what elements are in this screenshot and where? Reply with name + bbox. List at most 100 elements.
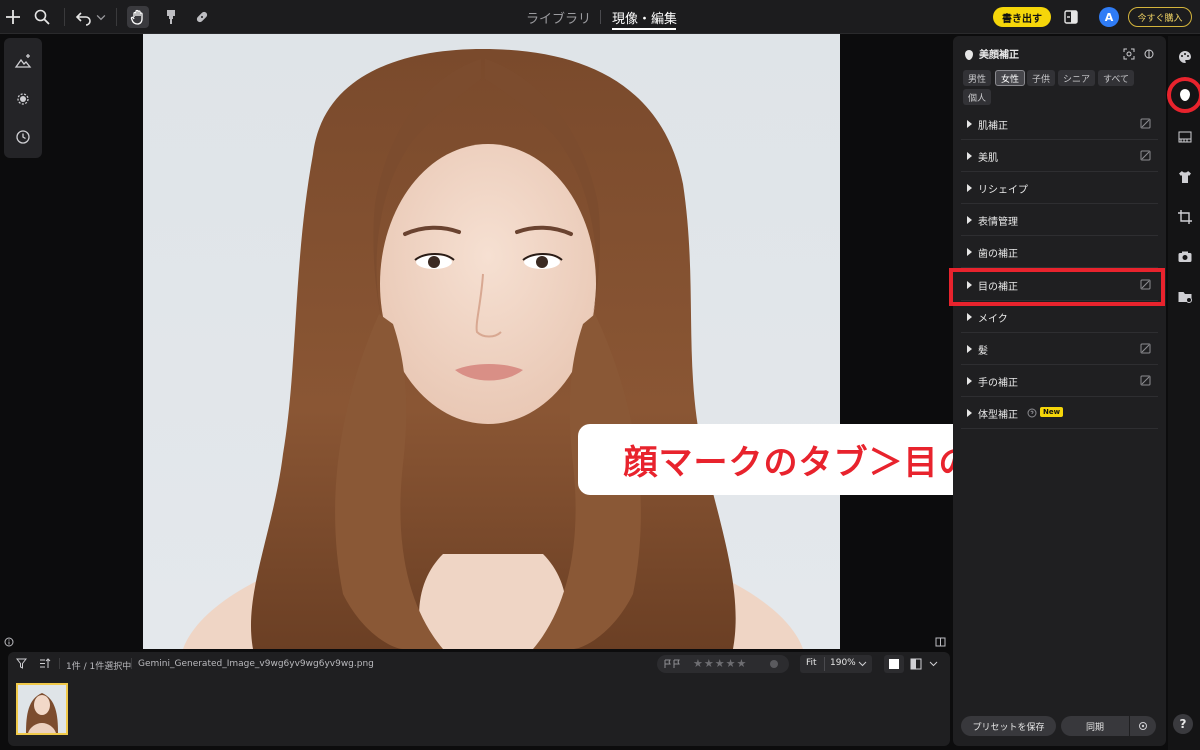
auto-enhance-icon[interactable] <box>12 88 34 110</box>
tab-develop[interactable]: 現像・編集 <box>612 8 677 27</box>
tab-divider <box>600 10 601 24</box>
eraser-icon[interactable] <box>1139 342 1152 355</box>
panel-toggle-icon[interactable] <box>935 632 946 651</box>
filmstrip-panel: 1件 / 1件選択中 Gemini_Generated_Image_v9wg6y… <box>8 652 950 746</box>
section-beauty-skin[interactable]: 美肌 <box>961 140 1158 172</box>
section-label: 手の補正 <box>978 378 1018 389</box>
expand-triangle-icon <box>967 152 972 160</box>
selection-count: 1件 / 1件選択中 <box>66 662 132 672</box>
zoom-divider <box>824 657 825 671</box>
left-tool-panel <box>4 38 42 158</box>
crop-icon[interactable] <box>1176 208 1194 226</box>
eraser-icon[interactable] <box>1139 374 1152 387</box>
bandage-tool-icon[interactable] <box>191 6 213 28</box>
chevron-down-icon[interactable] <box>94 6 108 28</box>
highlight-face-tab <box>1167 77 1200 113</box>
help-button[interactable]: ? <box>1173 714 1193 734</box>
sync-button[interactable]: 同期 <box>1061 716 1129 736</box>
expand-triangle-icon <box>967 313 972 321</box>
sort-icon[interactable] <box>39 658 51 669</box>
image-adjust-icon[interactable] <box>12 50 34 72</box>
history-icon[interactable] <box>12 126 34 148</box>
star-rating[interactable]: ★★★★★ <box>693 657 747 670</box>
single-view-icon <box>889 659 899 669</box>
section-label: 歯の補正 <box>978 249 1018 260</box>
add-icon[interactable] <box>2 6 24 28</box>
color-label-icon[interactable] <box>769 659 779 669</box>
filter-icon[interactable] <box>16 658 27 669</box>
thumbnail-image <box>26 693 58 733</box>
adjust-toggle-icon[interactable] <box>1143 45 1155 64</box>
filmstrip-divider <box>59 658 60 669</box>
chevron-down-icon[interactable] <box>858 661 867 667</box>
right-icon-rail: ? <box>1168 36 1200 750</box>
chip-individual[interactable]: 個人 <box>963 89 992 105</box>
expand-triangle-icon <box>967 345 972 353</box>
highlight-eyes-section <box>949 268 1165 306</box>
expand-triangle-icon <box>967 184 972 192</box>
info-icon[interactable] <box>4 632 14 651</box>
settings-icon <box>1139 722 1147 730</box>
section-hair[interactable]: 髪 <box>961 333 1158 365</box>
folder-settings-icon[interactable] <box>1176 288 1194 306</box>
camera-icon[interactable] <box>1176 248 1194 266</box>
chip-senior[interactable]: シニア <box>1058 70 1096 86</box>
section-skin-correction[interactable]: 肌補正 <box>961 108 1158 140</box>
beauty-panel: 美顔補正 男性 女性 子供 シニア すべて 個人 肌補正 美肌 リシェイプ 表情… <box>953 36 1166 746</box>
section-teeth[interactable]: 歯の補正 <box>961 236 1158 268</box>
zoom-control: Fit 190% <box>800 655 872 673</box>
tab-library[interactable]: ライブラリ <box>526 8 591 27</box>
chip-male[interactable]: 男性 <box>963 70 992 86</box>
chip-all[interactable]: すべて <box>1098 70 1135 86</box>
section-label: 肌補正 <box>978 121 1008 132</box>
before-after-icon[interactable] <box>910 658 922 670</box>
face-select-icon[interactable] <box>1123 45 1135 64</box>
photo-canvas[interactable] <box>143 34 840 649</box>
sync-settings-button[interactable] <box>1130 716 1156 736</box>
portrait-image <box>183 49 803 649</box>
single-view-button[interactable] <box>884 655 904 673</box>
section-label: 体型補正 <box>978 410 1018 421</box>
eraser-icon[interactable] <box>1139 117 1152 130</box>
expand-triangle-icon <box>967 216 972 224</box>
face-icon <box>963 46 975 65</box>
section-label: 髪 <box>978 346 988 357</box>
save-preset-button[interactable]: プリセットを保存 <box>961 716 1056 736</box>
expand-triangle-icon <box>967 377 972 385</box>
flag-icon[interactable] <box>663 659 683 669</box>
rating-bar: ★★★★★ <box>657 655 789 673</box>
expand-triangle-icon <box>967 409 972 417</box>
clothing-icon[interactable] <box>1176 168 1194 186</box>
chevron-down-icon[interactable] <box>929 661 938 667</box>
hand-tool-icon[interactable] <box>127 6 149 28</box>
compare-panel-icon[interactable] <box>1060 6 1082 28</box>
expand-triangle-icon <box>967 120 972 128</box>
palette-icon[interactable] <box>1176 48 1194 66</box>
search-icon[interactable] <box>31 6 53 28</box>
section-label: 表情管理 <box>978 217 1018 228</box>
section-label: リシェイプ <box>978 185 1028 196</box>
brush-tool-icon[interactable] <box>160 6 182 28</box>
filmstrip-divider <box>131 658 132 669</box>
undo-icon[interactable] <box>73 6 95 28</box>
section-body-shape[interactable]: 体型補正 New <box>961 397 1158 429</box>
chip-female[interactable]: 女性 <box>995 70 1026 86</box>
chip-child[interactable]: 子供 <box>1027 70 1056 86</box>
new-badge: New <box>1040 407 1064 417</box>
section-label: メイク <box>978 314 1008 325</box>
fit-button[interactable]: Fit <box>806 658 817 668</box>
section-expression[interactable]: 表情管理 <box>961 204 1158 236</box>
buy-now-button[interactable]: 今すぐ購入 <box>1128 7 1192 27</box>
help-icon[interactable] <box>1027 408 1037 418</box>
section-hands[interactable]: 手の補正 <box>961 365 1158 397</box>
toolbar-divider <box>64 8 65 26</box>
avatar[interactable]: A <box>1099 7 1119 27</box>
eraser-icon[interactable] <box>1139 149 1152 162</box>
background-icon[interactable] <box>1176 128 1194 146</box>
export-button[interactable]: 書き出す <box>993 7 1051 27</box>
toolbar-divider <box>116 8 117 26</box>
file-name: Gemini_Generated_Image_v9wg6yv9wg6yv9wg.… <box>138 659 374 669</box>
zoom-level[interactable]: 190% <box>830 658 856 668</box>
section-reshape[interactable]: リシェイプ <box>961 172 1158 204</box>
thumbnail[interactable] <box>16 683 68 735</box>
